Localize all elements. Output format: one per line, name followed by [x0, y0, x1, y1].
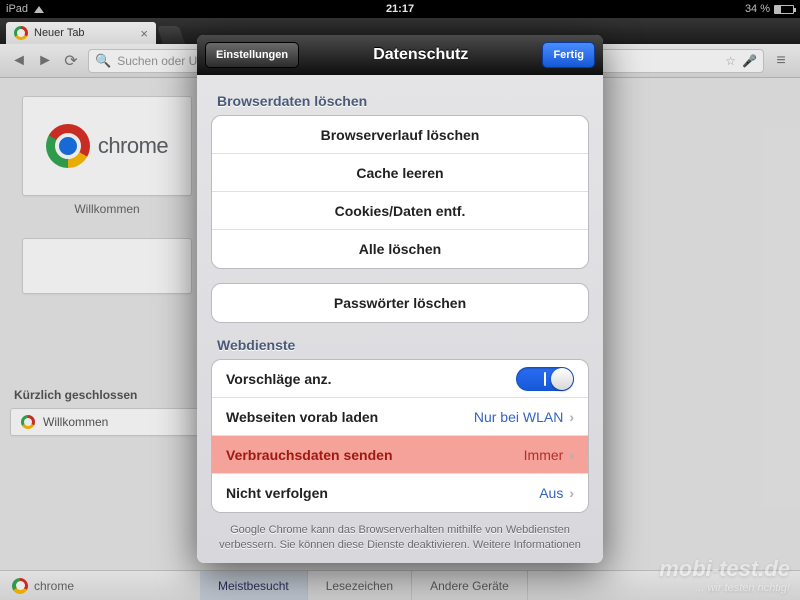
modal-footer-note: Google Chrome kann das Browserverhalten …: [197, 519, 603, 563]
privacy-settings-modal: Einstellungen Datenschutz Fertig Browser…: [197, 35, 603, 563]
clear-passwords-button[interactable]: Passwörter löschen: [212, 284, 588, 322]
clear-cookies-button[interactable]: Cookies/Daten entf.: [212, 192, 588, 230]
usage-data-row[interactable]: Verbrauchsdaten senden Immer ›: [212, 436, 588, 474]
do-not-track-row[interactable]: Nicht verfolgen Aus ›: [212, 474, 588, 512]
clear-data-group: Browserverlauf löschen Cache leeren Cook…: [211, 115, 589, 269]
chevron-right-icon: ›: [569, 447, 574, 463]
preload-value: Nur bei WLAN: [474, 409, 563, 425]
section-webservices-heading: Webdienste: [217, 337, 583, 353]
modal-title: Datenschutz: [299, 46, 542, 64]
suggestions-toggle[interactable]: [516, 367, 574, 391]
clear-passwords-group: Passwörter löschen: [211, 283, 589, 323]
chevron-right-icon: ›: [569, 409, 574, 425]
modal-header: Einstellungen Datenschutz Fertig: [197, 35, 603, 75]
clear-history-button[interactable]: Browserverlauf löschen: [212, 116, 588, 154]
section-clear-heading: Browserdaten löschen: [217, 93, 583, 109]
suggestions-row[interactable]: Vorschläge anz.: [212, 360, 588, 398]
usage-data-value: Immer: [524, 447, 564, 463]
clear-cache-button[interactable]: Cache leeren: [212, 154, 588, 192]
settings-back-button[interactable]: Einstellungen: [205, 42, 299, 68]
clear-all-button[interactable]: Alle löschen: [212, 230, 588, 268]
done-button[interactable]: Fertig: [542, 42, 595, 68]
preload-row[interactable]: Webseiten vorab laden Nur bei WLAN ›: [212, 398, 588, 436]
dnt-value: Aus: [539, 485, 563, 501]
chevron-right-icon: ›: [569, 485, 574, 501]
webservices-group: Vorschläge anz. Webseiten vorab laden Nu…: [211, 359, 589, 513]
